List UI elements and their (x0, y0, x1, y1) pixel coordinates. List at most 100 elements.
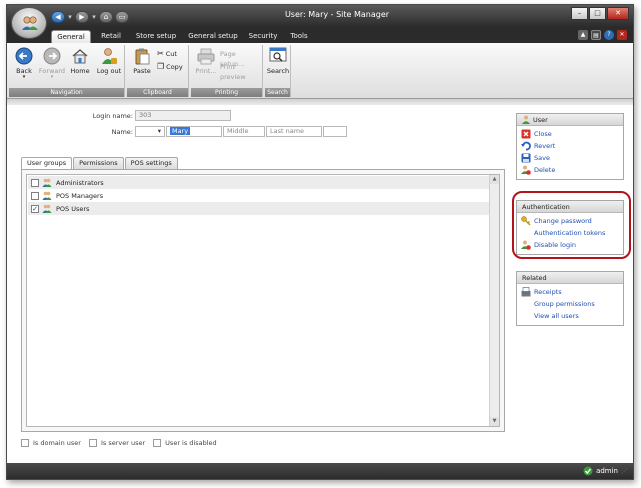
users-icon (42, 191, 52, 200)
close-red-icon (521, 129, 531, 139)
server-user-box[interactable] (88, 439, 97, 447)
first-name-field[interactable]: Mary (166, 126, 222, 137)
tab-security[interactable]: Security (245, 30, 281, 43)
ribbon-right-icons: ▲ ▤ ? ✕ (578, 30, 627, 40)
logout-button[interactable]: Log out (95, 47, 123, 75)
qat-home-icon[interactable]: ⌂ (99, 10, 113, 23)
search-group: Search Search (265, 45, 291, 97)
print-label: Print... (195, 67, 217, 75)
tab-general-setup[interactable]: General setup (185, 30, 241, 43)
back-button[interactable]: Back ▾ (11, 47, 37, 80)
name-label: Name: (111, 128, 133, 136)
printing-group-label: Printing (191, 88, 262, 97)
receipts-link[interactable]: Receipts (517, 286, 623, 298)
tab-store-setup[interactable]: Store setup (131, 30, 181, 43)
close-link[interactable]: Close (517, 128, 623, 140)
revert-icon (521, 141, 531, 151)
view-all-users-link[interactable]: View all users (517, 310, 623, 322)
tab-tools[interactable]: Tools (285, 30, 313, 43)
collapse-ribbon-icon[interactable]: ▲ (578, 30, 588, 40)
windows-icon[interactable]: ▤ (591, 30, 601, 40)
search-label: Search (266, 67, 290, 75)
qat-dropdown-icon[interactable]: ▾ (67, 11, 73, 23)
qat-forward-icon[interactable]: ▶ (75, 10, 89, 23)
tab-retail[interactable]: Retail (95, 30, 127, 43)
tab-general[interactable]: General (51, 30, 91, 43)
tab-pos-settings[interactable]: POS settings (124, 157, 178, 169)
delete-link[interactable]: Delete (517, 164, 623, 176)
forward-dropdown-icon[interactable]: ▾ (37, 75, 67, 80)
content-tabs: User groups Permissions POS settings (21, 157, 179, 170)
print-preview-button[interactable]: Print preview (220, 62, 262, 82)
scissors-icon: ✂ (157, 49, 164, 58)
suffix-field[interactable] (323, 126, 347, 137)
home-button[interactable]: Home (67, 47, 93, 75)
resize-grip-icon[interactable]: ⋰ (621, 468, 627, 475)
first-name-value: Mary (170, 127, 191, 135)
domain-user-checkbox[interactable]: Is domain user (21, 439, 81, 447)
navigation-group: Back ▾ Forward ▾ Home Log out Navigation (9, 45, 125, 97)
close-link-label: Close (534, 130, 552, 138)
save-link-label: Save (534, 154, 550, 162)
copy-button[interactable]: ❐ Copy (157, 62, 183, 72)
receipt-register-icon (521, 287, 531, 297)
close-document-icon[interactable]: ✕ (617, 30, 627, 40)
qat-window-icon[interactable]: ▭ (115, 10, 129, 23)
users-logo-icon (22, 16, 38, 30)
users-icon (42, 204, 52, 213)
middle-name-field[interactable]: Middle (223, 126, 265, 137)
user-disabled-box[interactable] (153, 439, 162, 447)
login-name-field[interactable]: 303 (135, 110, 231, 121)
paste-label: Paste (133, 67, 151, 75)
scroll-down-icon[interactable]: ▼ (490, 417, 499, 426)
domain-user-box[interactable] (21, 439, 29, 447)
print-button[interactable]: Print... (193, 47, 219, 75)
window-title: User: Mary - Site Manager (284, 10, 390, 19)
app-menu-orb[interactable] (11, 7, 47, 39)
qat-dropdown-icon-2[interactable]: ▾ (91, 11, 97, 23)
last-name-field[interactable]: Last name (266, 126, 322, 137)
back-arrow-icon (15, 47, 33, 65)
group-permissions-label: Group permissions (534, 300, 595, 308)
list-scrollbar[interactable]: ▲ ▼ (489, 175, 499, 426)
back-dropdown-icon[interactable]: ▾ (11, 75, 37, 80)
maximize-button[interactable]: □ (589, 7, 606, 20)
revert-link[interactable]: Revert (517, 140, 623, 152)
group-permissions-link[interactable]: Group permissions (517, 298, 623, 310)
clipboard-group: Paste ✂ Cut ❐ Copy Clipboard (127, 45, 189, 97)
help-icon[interactable]: ? (604, 30, 614, 40)
domain-user-label: Is domain user (33, 439, 81, 447)
app-window: ◀ ▾ ▶ ▾ ⌂ ▭ User: Mary - Site Manager – … (6, 4, 634, 480)
printing-group: Print... Page setup... Print preview Pri… (191, 45, 263, 97)
search-button[interactable]: Search (265, 47, 291, 75)
home-icon (72, 49, 88, 64)
scroll-up-icon[interactable]: ▲ (490, 175, 499, 184)
related-panel-header: Related (517, 272, 623, 284)
list-item[interactable]: ✓ POS Users (28, 202, 490, 215)
paste-button[interactable]: Paste (129, 47, 155, 75)
group-name: POS Users (56, 204, 90, 213)
close-window-button[interactable]: ✕ (607, 7, 629, 20)
group-checkbox[interactable] (31, 191, 39, 200)
status-username: admin (596, 467, 618, 475)
list-item[interactable]: Administrators (28, 176, 490, 189)
delete-user-icon (521, 165, 531, 175)
logout-user-icon (102, 48, 117, 64)
user-disabled-checkbox[interactable]: User is disabled (153, 439, 217, 447)
copy-label: Copy (166, 63, 183, 71)
cut-button[interactable]: ✂ Cut (157, 49, 177, 59)
qat-back-icon[interactable]: ◀ (51, 10, 65, 23)
tab-permissions[interactable]: Permissions (73, 157, 124, 169)
ribbon: Back ▾ Forward ▾ Home Log out Navigation (7, 43, 633, 99)
server-user-checkbox[interactable]: Is server user (88, 439, 145, 447)
save-link[interactable]: Save (517, 152, 623, 164)
list-item[interactable]: POS Managers (28, 189, 490, 202)
save-disk-icon (521, 153, 531, 163)
group-checkbox-checked[interactable]: ✓ (31, 204, 39, 213)
group-name: POS Managers (56, 191, 104, 200)
user-panel-title: User (533, 115, 548, 124)
forward-button[interactable]: Forward ▾ (37, 47, 67, 80)
title-dropdown[interactable]: ▾ (135, 126, 165, 137)
minimize-button[interactable]: – (571, 7, 588, 20)
group-checkbox[interactable] (31, 178, 39, 187)
